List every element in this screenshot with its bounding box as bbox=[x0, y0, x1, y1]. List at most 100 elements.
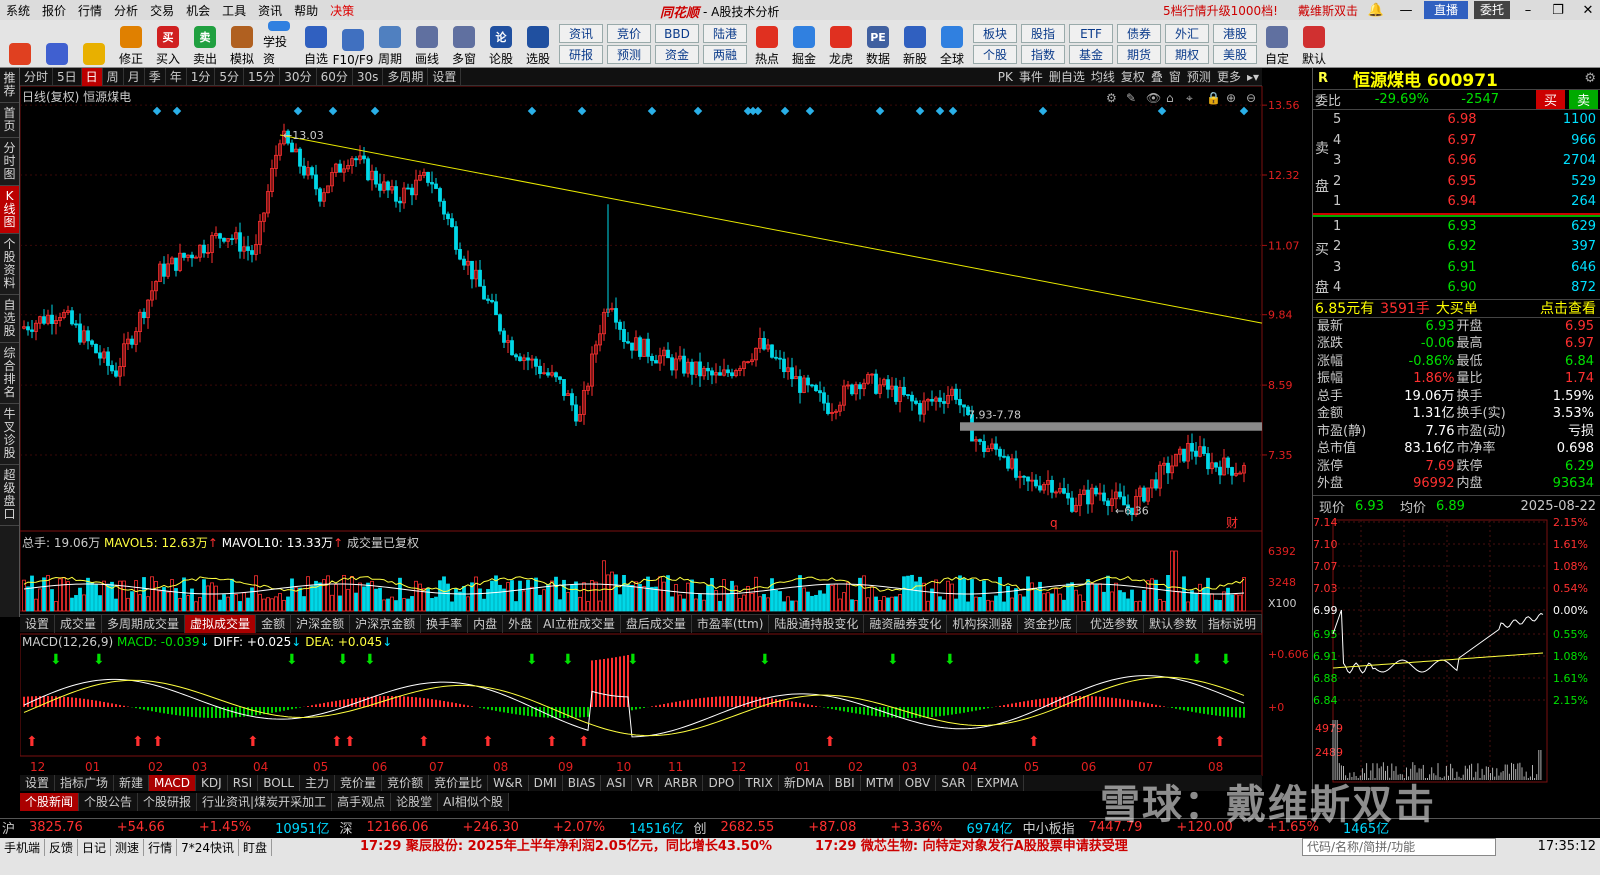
toolbar-fix-button[interactable]: 修正 bbox=[115, 21, 147, 67]
bid-row[interactable]: 3 6.91 646 bbox=[1313, 258, 1600, 279]
period-tab[interactable]: 设置 bbox=[428, 67, 462, 86]
sidebar-tab[interactable]: 推荐 bbox=[0, 68, 19, 103]
sidebar-tab[interactable]: 超级盘口 bbox=[0, 465, 19, 526]
toolbar-grid-button[interactable]: 板块 bbox=[973, 24, 1017, 43]
status-item[interactable]: 7*24快讯 bbox=[177, 838, 239, 856]
intraday-chart[interactable]: 7.14 2.15% 7.10 1.61% 7.07 1.08% 7.03 0.54% 6.99… bbox=[1313, 516, 1600, 784]
period-tab[interactable]: 5日 bbox=[53, 67, 82, 86]
ask-row[interactable]: 4 6.97 966 bbox=[1313, 131, 1600, 152]
toolbar-grid-button[interactable]: 期货 bbox=[1117, 45, 1161, 64]
toolbar-grid-button[interactable]: 资讯 bbox=[559, 24, 603, 43]
expand-icon[interactable]: ▸▾ bbox=[1244, 68, 1262, 86]
username[interactable]: 戴维斯双击 bbox=[1298, 2, 1358, 19]
period-tab[interactable]: 1分 bbox=[187, 67, 216, 86]
period-tab[interactable]: 周 bbox=[103, 67, 124, 86]
toolbar-grid-button[interactable]: 股指 bbox=[1021, 24, 1065, 43]
toolbar-grid-button[interactable]: 美股 bbox=[1213, 45, 1257, 64]
bottom-indicator-tab[interactable]: ASI bbox=[601, 775, 632, 791]
period-right-tab[interactable]: PK bbox=[995, 68, 1016, 86]
indicator-tab[interactable]: 内盘 bbox=[468, 615, 504, 633]
toolbar-gold-button[interactable]: 掘金 bbox=[788, 21, 820, 67]
indicator-tab[interactable]: 设置 bbox=[20, 615, 56, 633]
bigorder-view-link[interactable]: 点击查看 bbox=[1540, 298, 1596, 318]
indicator-tab[interactable]: 盘后成交量 bbox=[621, 615, 692, 633]
news-tab[interactable]: 个股新闻 bbox=[20, 793, 80, 811]
toolbar-grid-button[interactable]: 两融 bbox=[703, 45, 747, 64]
period-tab[interactable]: 月 bbox=[124, 67, 145, 86]
sidebar-tab[interactable]: 分时图 bbox=[0, 138, 19, 186]
sidebar-tab[interactable]: 综合排名 bbox=[0, 343, 19, 404]
toolbar-grid-button[interactable]: 个股 bbox=[973, 45, 1017, 64]
toolbar-grid-button[interactable]: 指数 bbox=[1021, 45, 1065, 64]
period-right-tab[interactable]: 叠 bbox=[1148, 68, 1166, 86]
indicator-tab[interactable]: 成交量 bbox=[55, 615, 103, 633]
window-restore-icon[interactable]: ❐ bbox=[1546, 1, 1570, 19]
toolbar-learn-button[interactable]: 学投资 bbox=[263, 21, 295, 67]
period-right-tab[interactable]: 均线 bbox=[1088, 68, 1118, 86]
period-tab[interactable]: 季 bbox=[145, 67, 166, 86]
bottom-indicator-tab[interactable]: MACD bbox=[149, 775, 197, 791]
toolbar-back-arrow-button[interactable] bbox=[78, 21, 110, 67]
indicator-tab[interactable]: 沪深京金额 bbox=[350, 615, 422, 633]
menu-item[interactable]: 行情 bbox=[72, 2, 108, 19]
kline-chart[interactable]: 13.56 12.32 11.07 9.84 8.59 7.35 7.93-7.78 ←13.… bbox=[20, 86, 1312, 776]
period-tab[interactable]: 15分 bbox=[244, 67, 281, 86]
menu-item[interactable]: 交易 bbox=[144, 2, 180, 19]
toolbar-grid-button[interactable]: 研报 bbox=[559, 45, 603, 64]
period-right-tab[interactable]: 复权 bbox=[1118, 68, 1148, 86]
bottom-indicator-tab[interactable]: VR bbox=[632, 775, 660, 791]
bottom-indicator-tab[interactable]: ARBR bbox=[659, 775, 704, 791]
period-right-tab[interactable]: 事件 bbox=[1016, 68, 1046, 86]
bid-row[interactable]: 2 6.92 397 bbox=[1313, 237, 1600, 258]
period-tab[interactable]: 多周期 bbox=[383, 67, 429, 86]
bottom-indicator-tab[interactable]: OBV bbox=[900, 775, 937, 791]
toolbar-grid-button[interactable]: 期权 bbox=[1165, 45, 1209, 64]
bottom-indicator-tab[interactable]: MTM bbox=[861, 775, 900, 791]
search-input[interactable]: 代码/名称/简拼/功能 bbox=[1302, 838, 1496, 856]
status-item[interactable]: 手机端 bbox=[0, 838, 46, 856]
bottom-indicator-tab[interactable]: 竞价额 bbox=[382, 775, 430, 791]
period-right-tab[interactable]: 窗 bbox=[1166, 68, 1184, 86]
news-flash-1[interactable]: 17:29 聚辰股份: 2025年上半年净利润2.05亿元，同比增长43.50% bbox=[360, 838, 772, 856]
toolbar-star-button[interactable]: 自选 bbox=[300, 21, 332, 67]
toolbar-period-button[interactable]: 周期 bbox=[374, 21, 406, 67]
live-button[interactable]: 直播 bbox=[1423, 1, 1468, 19]
news-tab[interactable]: 行业资讯|煤炭开采加工 bbox=[197, 793, 333, 811]
period-right-tab[interactable]: 删自选 bbox=[1046, 68, 1088, 86]
indicator-tab[interactable]: 外盘 bbox=[503, 615, 539, 633]
bottom-indicator-tab[interactable]: 竞价量 bbox=[335, 775, 383, 791]
indicator-tab[interactable]: 融资融券变化 bbox=[864, 615, 948, 633]
ticker-index[interactable]: 深 bbox=[339, 818, 352, 837]
toolbar-forum-button[interactable]: 论论股 bbox=[485, 21, 517, 67]
buy-button[interactable]: 买 bbox=[1535, 90, 1565, 109]
param-tab[interactable]: 默认参数 bbox=[1144, 615, 1203, 633]
indicator-tab[interactable]: 多周期成交量 bbox=[102, 615, 186, 633]
status-item[interactable]: 行情 bbox=[144, 838, 178, 856]
indicator-tab[interactable]: AI立桩成交量 bbox=[538, 615, 621, 633]
indicator-tab[interactable]: 市盈率(ttm) bbox=[692, 615, 770, 633]
bottom-indicator-tab[interactable]: EXPMA bbox=[972, 775, 1025, 791]
bottom-indicator-tab[interactable]: BIAS bbox=[563, 775, 602, 791]
toolbar-home-button[interactable] bbox=[4, 21, 36, 67]
toolbar-stock-picker-button[interactable]: 选股 bbox=[522, 21, 554, 67]
indicator-tab[interactable]: 资金抄底 bbox=[1018, 615, 1078, 633]
toolbar-default-button[interactable]: 默认 bbox=[1298, 21, 1330, 67]
toolbar-grid-button[interactable]: 基金 bbox=[1069, 45, 1113, 64]
sell-button[interactable]: 卖 bbox=[1568, 90, 1598, 109]
ask-row[interactable]: 5 6.98 1100 bbox=[1313, 110, 1600, 131]
period-tab[interactable]: 60分 bbox=[317, 67, 353, 86]
news-tab[interactable]: 个股公告 bbox=[79, 793, 139, 811]
bottom-indicator-tab[interactable]: DPO bbox=[703, 775, 741, 791]
bottom-indicator-tab[interactable]: W&R bbox=[488, 775, 529, 791]
period-tab[interactable]: 30s bbox=[353, 67, 384, 86]
param-tab[interactable]: 优选参数 bbox=[1085, 615, 1144, 633]
status-item[interactable]: 测速 bbox=[111, 838, 145, 856]
status-item[interactable]: 日记 bbox=[78, 838, 112, 856]
bottom-indicator-tab[interactable]: BOLL bbox=[258, 775, 301, 791]
window-minimize-icon[interactable]: – bbox=[1516, 1, 1540, 19]
menu-item[interactable]: 资讯 bbox=[252, 2, 288, 19]
indicator-tab[interactable]: 金额 bbox=[256, 615, 292, 633]
news-tab[interactable]: 论股堂 bbox=[391, 793, 439, 811]
bottom-indicator-tab[interactable]: TRIX bbox=[740, 775, 779, 791]
param-tab[interactable]: 指标说明 bbox=[1203, 615, 1262, 633]
